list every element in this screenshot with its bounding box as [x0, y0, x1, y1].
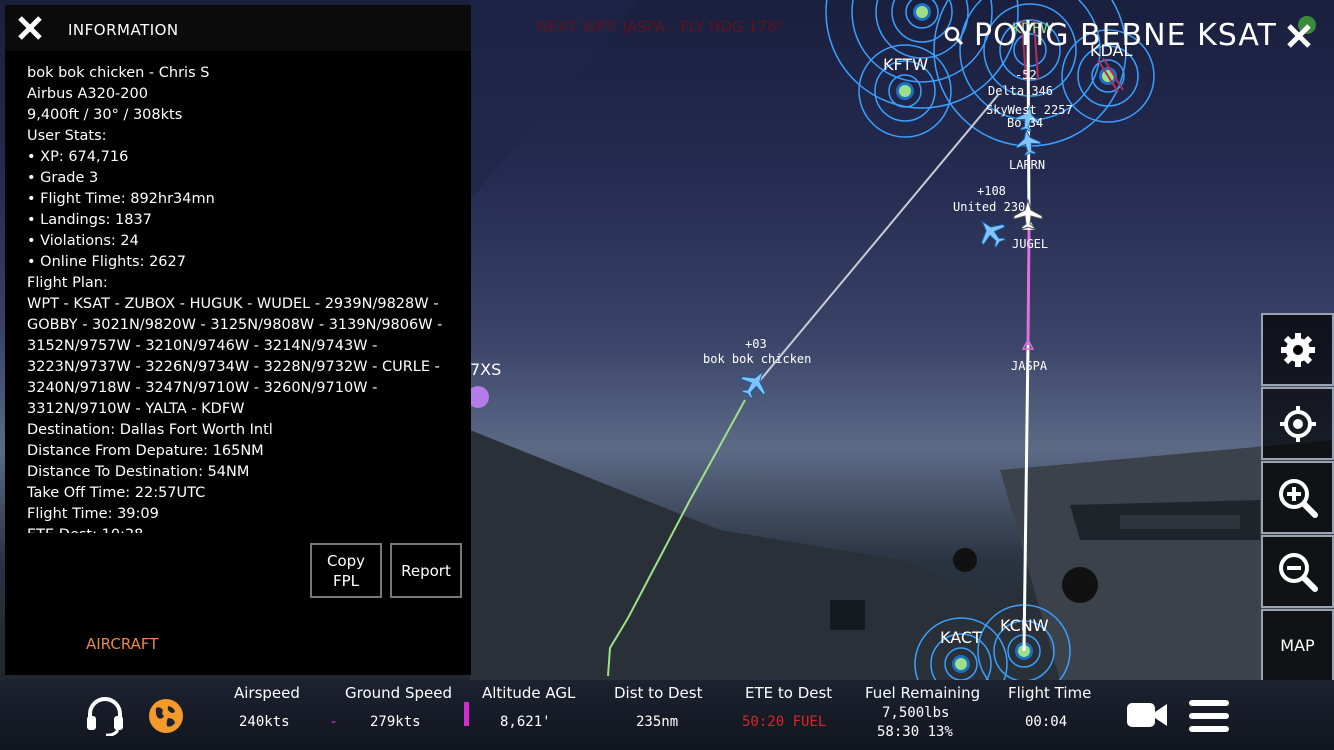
altitude-label: Altitude AGL — [482, 684, 576, 702]
altitude-trend-bar — [464, 702, 469, 726]
recenter-button[interactable] — [1261, 387, 1334, 460]
copy-fpl-button[interactable]: Copy FPL — [310, 543, 382, 598]
fuel-remaining-time: 58:30 13% — [877, 724, 953, 740]
info-line: • Landings: 1837 — [27, 212, 152, 228]
flight-plan-text: WPT - KSAT - ZUBOX - HUGUK - WUDEL - 293… — [27, 296, 443, 417]
information-panel: INFORMATION bok bok chicken - Chris S Ai… — [5, 5, 471, 675]
headset-icon[interactable] — [84, 694, 126, 736]
info-line: Airbus A320-200 — [27, 86, 148, 102]
camera-icon[interactable] — [1126, 700, 1168, 730]
panel-close-icon[interactable] — [15, 13, 45, 43]
airport-label-kftw: KFTW — [883, 55, 928, 74]
fuel-remaining-label: Fuel Remaining — [865, 684, 981, 702]
bo-name: Bo 34 — [1007, 116, 1043, 130]
next-waypoint-banner: NEXT WPT: JASPA - FLY HDG 176° — [537, 18, 785, 36]
search-icon[interactable] — [944, 26, 964, 46]
waypoint-label-jugel: JUGEL — [1012, 237, 1048, 251]
report-label: Report — [401, 561, 451, 580]
copy-fpl-label-1: Copy — [326, 551, 366, 570]
zoom-out-icon — [1278, 552, 1318, 592]
zoom-out-button[interactable] — [1261, 535, 1334, 608]
info-line: Take Off Time: 22:57UTC — [27, 485, 206, 501]
report-button[interactable]: Report — [390, 543, 462, 598]
map-button[interactable]: MAP — [1261, 609, 1334, 682]
info-line: • Grade 3 — [27, 170, 99, 186]
airport-label-partial: 7XS — [470, 360, 501, 379]
globe-icon[interactable] — [148, 698, 184, 734]
info-line: • XP: 674,716 — [27, 149, 129, 165]
info-line: bok bok chicken - Chris S — [27, 65, 210, 81]
delta-name: Delta 346 — [988, 84, 1053, 98]
united-name: United 230 — [953, 200, 1025, 214]
info-line: Distance To Destination: 54NM — [27, 464, 250, 480]
info-line: Distance From Depature: 165NM — [27, 443, 264, 459]
traffic-track-line — [756, 94, 999, 385]
dist-to-dest-value: 235nm — [636, 714, 679, 730]
dist-to-dest-label: Dist to Dest — [614, 684, 703, 702]
zoom-in-button[interactable] — [1261, 461, 1334, 534]
own-aircraft-altitude: +03 — [745, 337, 767, 351]
menu-icon[interactable] — [1189, 699, 1229, 733]
altitude-minus52: -52 — [1015, 68, 1037, 82]
zoom-in-icon — [1278, 478, 1318, 518]
united-altitude: +108 — [977, 184, 1006, 198]
own-track-path — [607, 399, 746, 677]
settings-button[interactable] — [1261, 313, 1334, 386]
gear-icon — [1280, 332, 1315, 367]
info-line: ETE Dest: 10:28 — [27, 525, 467, 533]
route-title: POYIG BEBNE KSAT — [974, 18, 1277, 53]
airport-label-kact: KACT — [940, 628, 982, 647]
close-icon[interactable] — [1285, 22, 1313, 50]
info-line: 9,400ft / 30° / 308kts — [27, 107, 183, 123]
skywest-name: SkyWest 2257 — [986, 103, 1073, 117]
airspeed-value: 240kts — [239, 714, 290, 730]
info-line: User Stats: — [27, 128, 107, 144]
info-line: Flight Time: 39:09 — [27, 506, 159, 522]
ete-label: ETE to Dest — [745, 684, 833, 702]
crosshair-icon — [1279, 405, 1316, 442]
flight-time-label: Flight Time — [1008, 684, 1092, 702]
ete-value: 50:20 FUEL — [742, 714, 827, 730]
info-line: • Online Flights: 2627 — [27, 254, 186, 270]
groundspeed-value: 279kts — [370, 714, 421, 730]
traffic-aircraft-icon[interactable] — [971, 212, 1011, 252]
fuel-remaining-weight: 7,500lbs — [882, 705, 950, 721]
own-aircraft-name: bok bok chicken — [703, 352, 811, 366]
map-button-label: MAP — [1280, 636, 1315, 655]
groundspeed-label: Ground Speed — [345, 684, 452, 702]
airport-label-kcnw: KCNW — [1000, 616, 1049, 635]
information-title: INFORMATION — [68, 21, 179, 39]
info-line: Flight Plan: — [27, 275, 108, 291]
flight-time-value: 00:04 — [1025, 714, 1068, 730]
information-header: INFORMATION — [5, 5, 471, 51]
airport-markers — [896, 3, 1316, 673]
waypoint-label-larrn: LARRN — [1009, 158, 1045, 172]
groundspeed-trend-marker: - — [331, 714, 337, 730]
altitude-value: 8,621' — [500, 714, 551, 730]
information-body[interactable]: bok bok chicken - Chris S Airbus A320-20… — [27, 63, 467, 533]
waypoint-label-jaspa: JASPA — [1011, 359, 1048, 373]
info-line: Destination: Dallas Fort Worth Intl — [27, 422, 273, 438]
info-line: • Violations: 24 — [27, 233, 139, 249]
tab-aircraft[interactable]: AIRCRAFT — [86, 635, 158, 653]
airspeed-label: Airspeed — [234, 684, 300, 702]
info-line: • Flight Time: 892hr34mn — [27, 191, 215, 207]
copy-fpl-label-2: FPL — [332, 571, 360, 590]
